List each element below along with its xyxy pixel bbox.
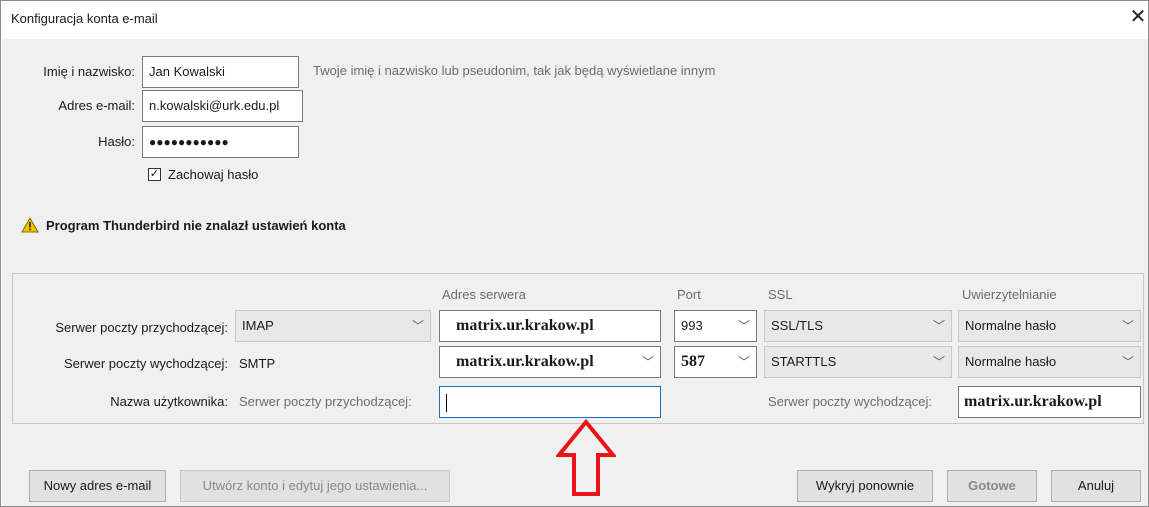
chevron-down-icon: ﹀ (737, 355, 750, 369)
password-input[interactable]: ●●●●●●●●●●● (142, 126, 299, 158)
email-label: Adres e-mail: (58, 98, 135, 113)
outgoing-auth-value: Normalne hasło (965, 354, 1057, 369)
incoming-port-value: 993 (681, 318, 703, 333)
outgoing-port-value: 587 (681, 353, 705, 370)
outgoing-ssl-value: STARTTLS (771, 354, 837, 369)
outgoing-protocol: SMTP (239, 356, 276, 371)
incoming-protocol-select[interactable]: IMAP ﹀ (235, 310, 431, 342)
username-label: Nazwa użytkownika: (110, 394, 228, 409)
username-outgoing-label: Serwer poczty wychodzącej: (768, 394, 933, 409)
account-setup-dialog: Konfiguracja konta e-mail ✕ Imię i nazwi… (0, 0, 1149, 507)
incoming-server-label: Serwer poczty przychodzącej: (55, 320, 228, 335)
chevron-down-icon: ﹀ (737, 319, 750, 333)
warning-text: Program Thunderbird nie znalazł ustawień… (46, 218, 346, 233)
incoming-protocol-value: IMAP (242, 318, 274, 333)
chevron-down-icon: ﹀ (411, 319, 424, 333)
outgoing-host-value: matrix.ur.krakow.pl (456, 353, 594, 370)
chevron-down-icon: ﹀ (932, 355, 945, 369)
username-outgoing-input[interactable]: matrix.ur.krakow.pl (958, 386, 1141, 418)
name-label: Imię i nazwisko: (43, 64, 135, 79)
cancel-button[interactable]: Anuluj (1051, 470, 1141, 502)
done-button[interactable]: Gotowe (947, 470, 1037, 502)
outgoing-server-label: Serwer poczty wychodzącej: (63, 356, 228, 371)
incoming-auth-value: Normalne hasło (965, 318, 1057, 333)
chevron-down-icon: ﹀ (932, 319, 945, 333)
password-label: Hasło: (98, 134, 135, 149)
incoming-auth-select[interactable]: Normalne hasło ﹀ (958, 310, 1141, 342)
outgoing-ssl-select[interactable]: STARTTLS ﹀ (764, 346, 952, 378)
column-header-auth: Uwierzytelnianie (962, 287, 1057, 302)
incoming-host-input[interactable]: matrix.ur.krakow.pl (439, 310, 661, 342)
column-header-server: Adres serwera (442, 287, 526, 302)
column-header-ssl: SSL (768, 287, 793, 302)
new-email-button[interactable]: Nowy adres e-mail (29, 470, 166, 502)
remember-password-label[interactable]: Zachowaj hasło (168, 167, 258, 182)
name-input[interactable]: Jan Kowalski (142, 56, 299, 88)
incoming-port-select[interactable]: 993 ﹀ (674, 310, 757, 342)
remember-password-checkbox[interactable]: ✓ (148, 168, 161, 181)
outgoing-port-select[interactable]: 587 ﹀ (674, 346, 757, 378)
manual-config-button[interactable]: Utwórz konto i edytuj jego ustawienia... (180, 470, 450, 502)
chevron-down-icon: ﹀ (1121, 319, 1134, 333)
text-cursor (446, 393, 447, 412)
up-arrow-annotation-icon (554, 418, 618, 497)
window-title: Konfiguracja konta e-mail (11, 11, 158, 26)
chevron-down-icon: ﹀ (1121, 355, 1134, 369)
column-header-port: Port (677, 287, 701, 302)
email-input[interactable]: n.kowalski@urk.edu.pl (142, 90, 303, 122)
retest-button[interactable]: Wykryj ponownie (797, 470, 933, 502)
close-icon[interactable]: ✕ (1128, 5, 1148, 29)
username-incoming-input[interactable] (439, 386, 661, 418)
incoming-ssl-select[interactable]: SSL/TLS ﹀ (764, 310, 952, 342)
outgoing-host-select[interactable]: matrix.ur.krakow.pl ﹀ (439, 346, 661, 378)
username-incoming-label: Serwer poczty przychodzącej: (239, 394, 412, 409)
incoming-ssl-value: SSL/TLS (771, 318, 824, 333)
warning-icon (21, 216, 39, 233)
chevron-down-icon: ﹀ (641, 355, 654, 369)
outgoing-auth-select[interactable]: Normalne hasło ﹀ (958, 346, 1141, 378)
name-hint: Twoje imię i nazwisko lub pseudonim, tak… (313, 63, 716, 78)
